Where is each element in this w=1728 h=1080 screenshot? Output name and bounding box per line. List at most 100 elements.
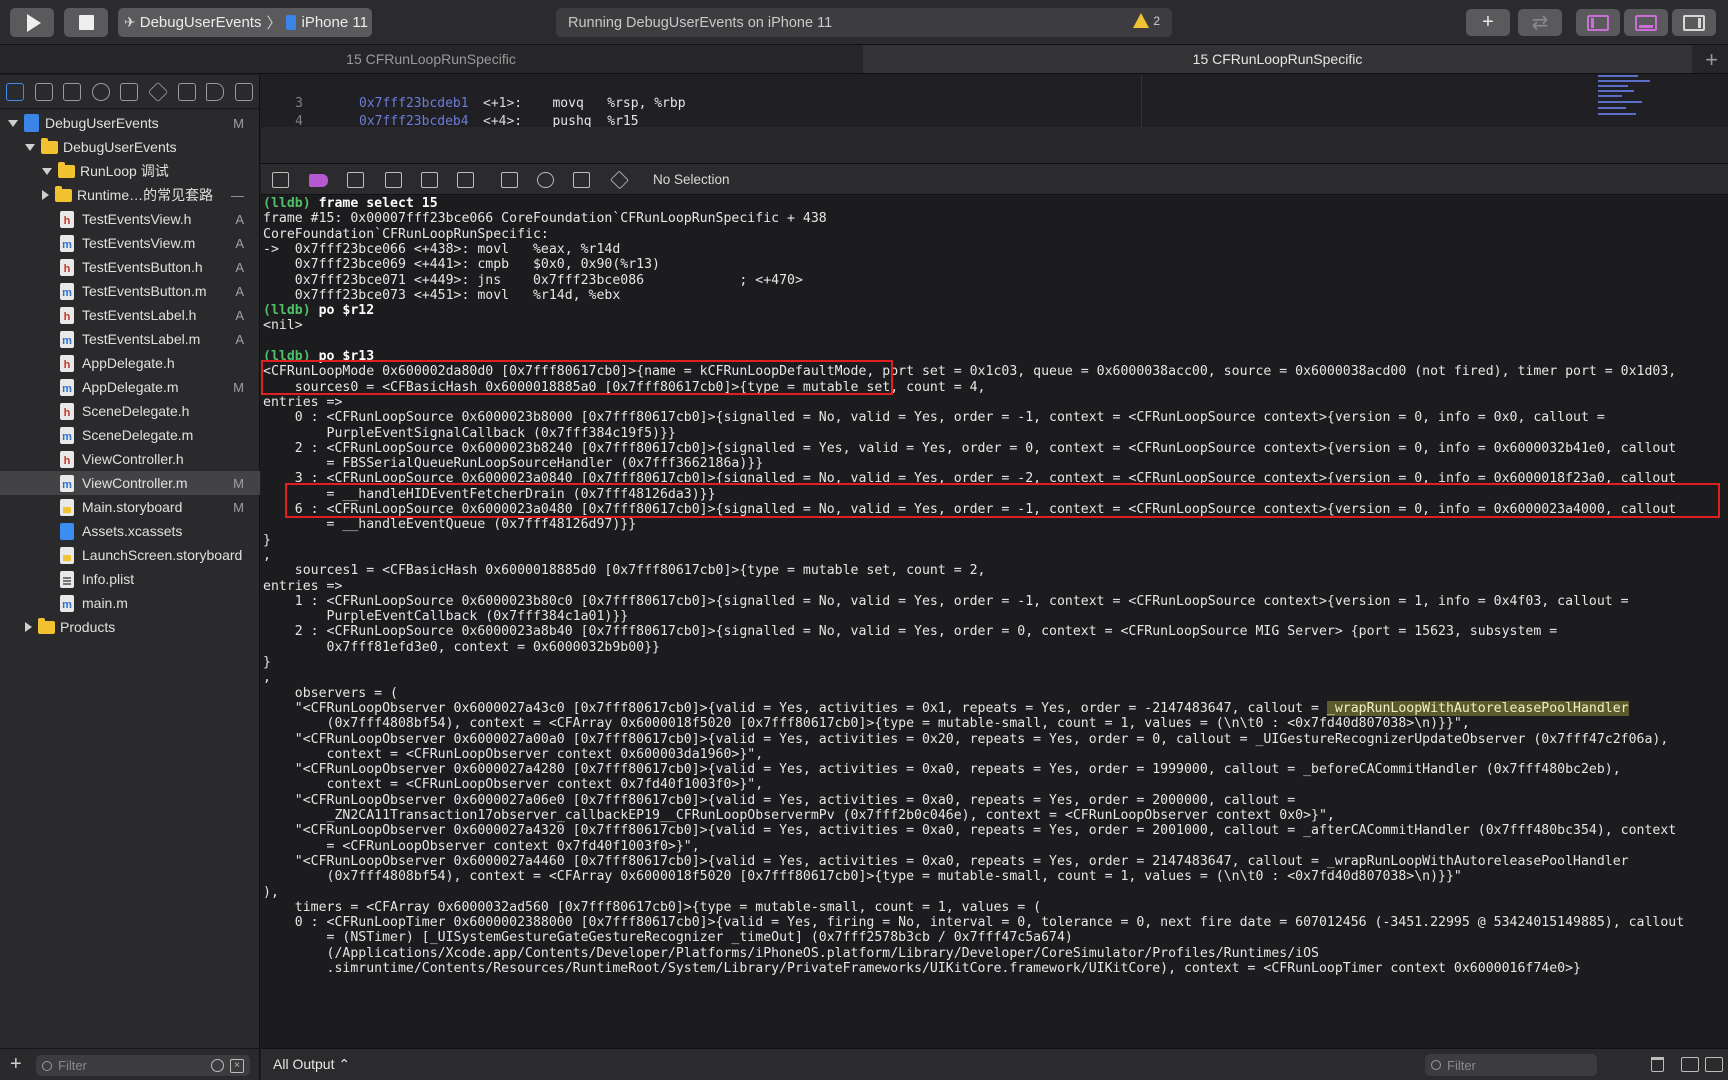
tree-item-label: AppDelegate.m bbox=[82, 379, 179, 395]
console-line: = (NSTimer) [_UISystemGestureGateGesture… bbox=[263, 929, 1073, 946]
warnings-indicator[interactable]: 2 bbox=[1133, 13, 1160, 28]
tab-cfrunloop-2[interactable]: 15 CFRunLoopRunSpecific bbox=[863, 45, 1692, 73]
tree-item-file[interactable]: h TestEventsLabel.h A bbox=[0, 303, 260, 327]
console-text: "<CFRunLoopObserver 0x6000027a00a0 [0x7f… bbox=[263, 731, 1669, 747]
console-text: entries => bbox=[263, 394, 343, 410]
source-control-icon[interactable] bbox=[35, 83, 53, 101]
hide-debug-area-icon[interactable] bbox=[272, 172, 289, 188]
console-line: frame #15: 0x00007fff23bce066 CoreFounda… bbox=[263, 210, 827, 227]
objc-file-icon: m bbox=[60, 594, 74, 612]
test-navigator-icon[interactable] bbox=[147, 81, 169, 103]
stop-button[interactable] bbox=[64, 8, 108, 37]
scheme-selector[interactable]: ✈ DebugUserEvents 〉 iPhone 11 bbox=[118, 8, 372, 37]
split-left-icon[interactable] bbox=[1681, 1057, 1699, 1072]
memory-graph-icon[interactable] bbox=[537, 172, 554, 188]
filter-icon bbox=[42, 1060, 52, 1071]
header-file-icon: h bbox=[60, 258, 74, 276]
console-line: entries => bbox=[263, 394, 342, 411]
output-filter-select[interactable]: All Output ⌃ bbox=[273, 1056, 350, 1073]
console-text: "<CFRunLoopObserver 0x6000027a4320 [0x7f… bbox=[263, 823, 1677, 839]
tree-item-label: Assets.xcassets bbox=[82, 523, 183, 539]
continue-icon[interactable] bbox=[347, 172, 364, 188]
tree-item-file[interactable]: LaunchScreen.storyboard bbox=[0, 543, 260, 567]
tree-item-file[interactable]: Main.storyboard M bbox=[0, 495, 260, 519]
run-button[interactable] bbox=[10, 8, 54, 37]
library-button[interactable]: + bbox=[1466, 9, 1510, 36]
tree-item-file[interactable]: m AppDelegate.m M bbox=[0, 375, 260, 399]
tree-item-group-products[interactable]: Products bbox=[0, 615, 260, 639]
toggle-inspector-button[interactable] bbox=[1672, 9, 1716, 36]
disassembly-editor[interactable]: 3 0x7fff23bcdeb1 <+1>: movq %rsp, %rbp 4 0x… bbox=[261, 75, 1728, 127]
tree-item-file[interactable]: m main.m bbox=[0, 591, 260, 615]
console-line: , bbox=[263, 547, 271, 564]
tree-item-file[interactable]: h AppDelegate.h bbox=[0, 351, 260, 375]
toggle-debug-area-button[interactable] bbox=[1624, 9, 1668, 36]
filter-placeholder: Filter bbox=[1447, 1057, 1476, 1073]
report-navigator-icon[interactable] bbox=[235, 83, 253, 101]
new-tab-button[interactable]: + bbox=[1705, 47, 1718, 73]
objc-file-icon: m bbox=[60, 474, 74, 492]
breakpoint-navigator-icon[interactable] bbox=[206, 83, 224, 101]
console-text: (0x7fff4808bf54), context = <CFArray 0x6… bbox=[263, 869, 1462, 885]
tree-item-file[interactable]: m TestEventsLabel.m A bbox=[0, 327, 260, 351]
asset-catalog-icon bbox=[60, 522, 74, 540]
console-text: PurpleEventCallback (0x7fff384c1a01)}} bbox=[263, 609, 629, 625]
debug-navigator-icon[interactable] bbox=[178, 83, 196, 101]
navigator-filter-input[interactable]: Filter × bbox=[36, 1055, 250, 1076]
console-text: <nil> bbox=[263, 318, 303, 334]
tab-cfrunloop-1[interactable]: 15 CFRunLoopRunSpecific bbox=[0, 45, 862, 73]
symbol-navigator-icon[interactable] bbox=[63, 83, 81, 101]
minimap[interactable] bbox=[1578, 75, 1688, 127]
warning-count: 2 bbox=[1153, 13, 1160, 28]
view-hierarchy-icon[interactable] bbox=[501, 172, 518, 188]
toggle-navigator-button[interactable] bbox=[1576, 9, 1620, 36]
issue-navigator-icon[interactable] bbox=[120, 83, 138, 101]
step-into-icon[interactable] bbox=[421, 172, 438, 188]
lldb-command: frame select 15 bbox=[318, 196, 438, 211]
simulate-location-icon[interactable] bbox=[610, 170, 629, 190]
disclosure-closed-icon bbox=[42, 190, 49, 200]
tree-item-file[interactable]: h TestEventsView.h A bbox=[0, 207, 260, 231]
arrows-icon: ⇄ bbox=[1531, 12, 1549, 34]
console-bottom-bar: All Output ⌃ Filter bbox=[261, 1048, 1728, 1080]
trash-icon[interactable] bbox=[1651, 1057, 1664, 1072]
frame-selector[interactable]: No Selection bbox=[653, 172, 730, 187]
tab-bar: 15 CFRunLoopRunSpecific 15 CFRunLoopRunS… bbox=[0, 45, 1728, 74]
scm-filter-icon[interactable]: × bbox=[230, 1059, 244, 1073]
scm-badge: A bbox=[235, 307, 244, 323]
recent-files-icon[interactable] bbox=[211, 1059, 224, 1072]
tree-item-file[interactable]: Info.plist bbox=[0, 567, 260, 591]
tree-item-file[interactable]: m TestEventsView.m A bbox=[0, 231, 260, 255]
console-line: 0 : <CFRunLoopSource 0x6000023b8000 [0x7… bbox=[263, 409, 1605, 426]
highlight-box-mode bbox=[261, 360, 893, 395]
tree-item-group-runloop[interactable]: RunLoop 调试 bbox=[0, 159, 260, 183]
tree-item-group-debuguserevents[interactable]: DebugUserEvents bbox=[0, 135, 260, 159]
tree-item-file-selected[interactable]: m ViewController.m M bbox=[0, 471, 260, 495]
breakpoints-toggle-icon[interactable] bbox=[309, 174, 328, 187]
tree-item-file[interactable]: h SceneDelegate.h bbox=[0, 399, 260, 423]
disclosure-closed-icon bbox=[25, 622, 32, 632]
console-text: = <CFRunLoopObserver context 0x7fd40f100… bbox=[263, 838, 700, 854]
split-right-icon[interactable] bbox=[1705, 1057, 1723, 1072]
console-text: entries => bbox=[263, 578, 343, 594]
tree-item-file[interactable]: m SceneDelegate.m bbox=[0, 423, 260, 447]
project-navigator-icon[interactable] bbox=[6, 83, 24, 101]
find-navigator-icon[interactable] bbox=[92, 83, 110, 101]
console-line: "<CFRunLoopObserver 0x6000027a06e0 [0x7f… bbox=[263, 792, 1295, 809]
tree-item-project[interactable]: DebugUserEvents M bbox=[0, 111, 260, 135]
add-file-button[interactable]: + bbox=[10, 1053, 22, 1076]
tree-item-file[interactable]: h TestEventsButton.h A bbox=[0, 255, 260, 279]
console-line: 0x7fff23bce071 <+449>: jns 0x7fff23bce08… bbox=[263, 272, 803, 289]
tree-item-file[interactable]: m TestEventsButton.m A bbox=[0, 279, 260, 303]
tree-item-group-runtime[interactable]: Runtime…的常见套路 — bbox=[0, 183, 260, 207]
tree-item-file[interactable]: h ViewController.h bbox=[0, 447, 260, 471]
lldb-console[interactable]: .simruntime/Contents/Resources/RuntimeRo… bbox=[261, 196, 1728, 1048]
console-filter-input[interactable]: Filter bbox=[1425, 1054, 1597, 1076]
environment-overrides-icon[interactable] bbox=[573, 172, 590, 188]
console-text: context = <CFRunLoopObserver context 0x7… bbox=[263, 777, 764, 793]
step-out-icon[interactable] bbox=[457, 172, 474, 188]
tree-item-file[interactable]: Assets.xcassets bbox=[0, 519, 260, 543]
code-review-button[interactable]: ⇄ bbox=[1518, 9, 1562, 36]
console-text: -> 0x7fff23bce066 <+438>: movl %eax, %r1… bbox=[263, 241, 621, 257]
step-over-icon[interactable] bbox=[385, 172, 402, 188]
